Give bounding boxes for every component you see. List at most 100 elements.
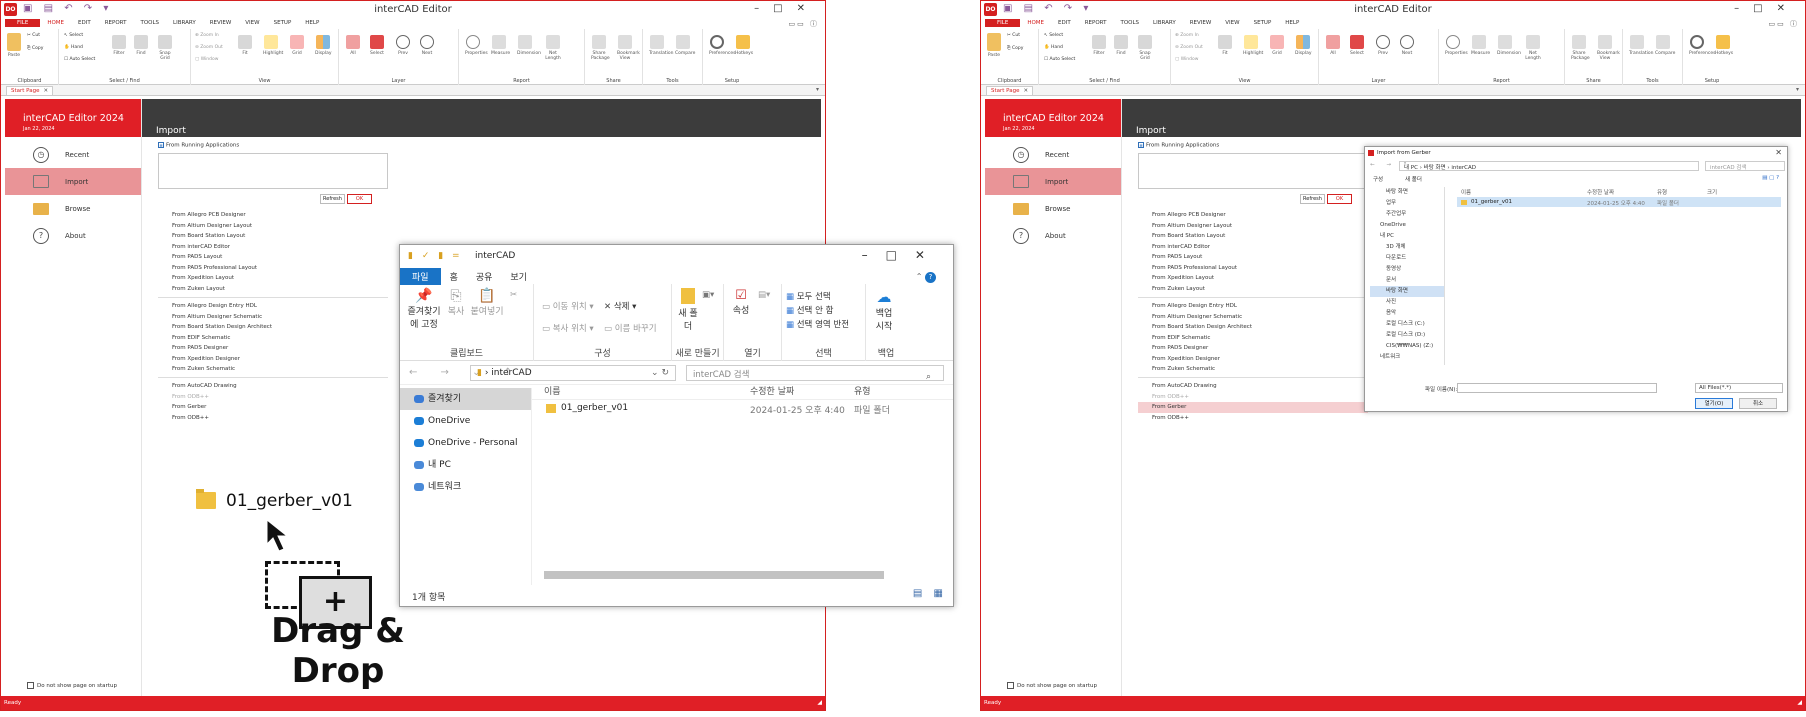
nav-item[interactable]: 로컬 디스크 (D:) bbox=[1370, 330, 1444, 341]
window-extra-icons[interactable]: ▭▭ ⓘ bbox=[789, 19, 819, 29]
new-item-icon[interactable]: ▣▾ bbox=[702, 290, 714, 300]
nav-onedrive[interactable]: OneDrive bbox=[400, 410, 531, 432]
search-input[interactable]: interCAD 검색 bbox=[1705, 161, 1785, 171]
help-icon[interactable]: ? bbox=[925, 272, 936, 283]
window-button[interactable]: ▢ Window bbox=[1175, 57, 1198, 62]
nav-item[interactable]: 내 PC bbox=[1370, 231, 1444, 242]
import-item[interactable]: From Xpedition Designer bbox=[158, 354, 388, 365]
dimension-button[interactable]: Dimension bbox=[517, 35, 541, 56]
import-item[interactable]: From AutoCAD Drawing bbox=[1138, 381, 1368, 392]
translation-button[interactable]: Translation bbox=[1629, 35, 1654, 56]
select-tool[interactable]: ↖ Select bbox=[1044, 33, 1063, 38]
nav-network[interactable]: 네트워크 bbox=[400, 476, 531, 498]
address-path[interactable]: ▮ › interCAD ⌄ ↻ bbox=[470, 365, 676, 381]
paste-button[interactable]: 📋 붙여넣기 bbox=[470, 288, 504, 317]
fit-button[interactable]: Fit bbox=[1217, 35, 1233, 56]
refresh-button[interactable]: Refresh bbox=[1300, 194, 1325, 204]
nav-quick-access[interactable]: 즐겨찾기 bbox=[400, 388, 531, 410]
import-item[interactable]: From Xpedition Layout bbox=[1138, 273, 1368, 284]
menu-view[interactable]: VIEW bbox=[238, 19, 266, 27]
start-backup-button[interactable]: ☁ 백업 시작 bbox=[872, 288, 896, 332]
nav-item[interactable]: 음악 bbox=[1370, 308, 1444, 319]
close-icon[interactable]: ✕ bbox=[44, 88, 49, 94]
zoom-in-button[interactable]: ⊕ Zoom In bbox=[195, 33, 219, 38]
preferences-button[interactable]: Preferences bbox=[1689, 35, 1715, 56]
share-package-button[interactable]: Share Package bbox=[1571, 35, 1590, 61]
import-item[interactable]: From Board Station Layout bbox=[1138, 231, 1368, 242]
sidebar-item-about[interactable]: ? About bbox=[985, 222, 1121, 249]
menu-library[interactable]: LIBRARY bbox=[166, 19, 203, 27]
paste-button[interactable]: Paste bbox=[5, 33, 23, 58]
organize-button[interactable]: 구성 bbox=[1373, 175, 1383, 183]
net-length-button[interactable]: Net Length bbox=[1525, 35, 1541, 61]
zoom-out-button[interactable]: ⊖ Zoom Out bbox=[1175, 45, 1203, 50]
dimension-button[interactable]: Dimension bbox=[1497, 35, 1521, 56]
properties-button[interactable]: Properties bbox=[1445, 35, 1468, 56]
import-item[interactable]: From ODB++ bbox=[158, 392, 388, 403]
sidebar-item-recent[interactable]: ◷ Recent bbox=[5, 141, 141, 168]
menu-edit[interactable]: EDIT bbox=[71, 19, 98, 27]
translation-button[interactable]: Translation bbox=[649, 35, 674, 56]
snap-grid-button[interactable]: Snap Grid bbox=[1137, 35, 1153, 61]
import-item[interactable]: From Zuken Layout bbox=[1138, 284, 1368, 295]
address-path[interactable]: 내 PC › 바탕 화면 › interCAD bbox=[1399, 161, 1699, 171]
file-row[interactable]: 01_gerber_v01 2024-01-25 오후 4:40 파일 폴더 bbox=[1457, 197, 1781, 207]
nav-item[interactable]: 주간업무 bbox=[1370, 209, 1444, 220]
search-input[interactable]: interCAD 검색 ⌕ bbox=[686, 365, 944, 382]
hand-tool[interactable]: ✋ Hand bbox=[1044, 45, 1063, 50]
compare-button[interactable]: Compare bbox=[1655, 35, 1675, 56]
column-type[interactable]: 유형 bbox=[854, 384, 871, 397]
import-item[interactable]: From Allegro Design Entry HDL bbox=[158, 301, 388, 312]
menu-review[interactable]: REVIEW bbox=[203, 19, 239, 27]
cut-icon[interactable]: ✂ bbox=[510, 290, 517, 300]
import-item[interactable]: From Xpedition Layout bbox=[158, 273, 388, 284]
import-item[interactable]: From interCAD Editor bbox=[1138, 242, 1368, 253]
scrollbar-thumb[interactable] bbox=[544, 571, 884, 579]
import-item[interactable]: From ODB++ bbox=[1138, 392, 1368, 403]
nav-item[interactable]: 사진 bbox=[1370, 297, 1444, 308]
prev-button[interactable]: Prev bbox=[1375, 35, 1391, 56]
column-type[interactable]: 유형 bbox=[1657, 188, 1667, 196]
dont-show-checkbox[interactable]: Do not show page on startup bbox=[1007, 682, 1097, 689]
cut-button[interactable]: ✂ Cut bbox=[27, 33, 40, 38]
close-icon[interactable]: ✕ bbox=[1024, 88, 1029, 94]
tab-start-page[interactable]: Start Page ✕ bbox=[986, 86, 1034, 95]
import-item[interactable]: From PADS Designer bbox=[158, 343, 388, 354]
tab-start-page[interactable]: Start Page ✕ bbox=[6, 86, 54, 95]
view-toggle-icons[interactable]: ▤ ▦ bbox=[913, 588, 947, 599]
select-all-button[interactable]: ▦ 모두 선택 bbox=[786, 290, 831, 302]
filename-input[interactable] bbox=[1457, 383, 1657, 393]
refresh-button[interactable]: Refresh bbox=[320, 194, 345, 204]
find-button[interactable]: Find bbox=[133, 35, 149, 56]
select-none-button[interactable]: ▦ 선택 안 함 bbox=[786, 304, 833, 316]
menu-file[interactable]: FILE bbox=[5, 19, 41, 27]
display-button[interactable]: Display bbox=[315, 35, 332, 56]
dont-show-checkbox[interactable]: Do not show page on startup bbox=[27, 682, 117, 689]
import-item[interactable]: From Board Station Design Architect bbox=[158, 322, 388, 333]
nav-item[interactable]: 동영상 bbox=[1370, 264, 1444, 275]
import-item[interactable]: From ODB++ bbox=[1138, 413, 1368, 424]
copy-to-button[interactable]: ▭ 복사 위치 ▾ bbox=[542, 322, 594, 334]
import-item[interactable]: From Altium Designer Layout bbox=[158, 221, 388, 232]
import-item[interactable]: From interCAD Editor bbox=[158, 242, 388, 253]
highlight-button[interactable]: Highlight bbox=[263, 35, 283, 56]
layer-all-button[interactable]: All bbox=[345, 35, 361, 56]
properties-button[interactable]: ☑ 속성 bbox=[730, 288, 752, 316]
window-extra-icons[interactable]: ▭▭ ⓘ bbox=[1769, 19, 1799, 29]
copy-button[interactable]: ⎘ 복사 bbox=[446, 288, 466, 317]
zoom-out-button[interactable]: ⊖ Zoom Out bbox=[195, 45, 223, 50]
grid-button[interactable]: Grid bbox=[1269, 35, 1285, 56]
import-item-selected[interactable]: From Gerber bbox=[1138, 402, 1368, 413]
import-item[interactable]: From PADS Designer bbox=[1138, 343, 1368, 354]
import-item[interactable]: From PADS Professional Layout bbox=[1138, 263, 1368, 274]
next-button[interactable]: Next bbox=[419, 35, 435, 56]
running-apps-list[interactable] bbox=[1138, 153, 1368, 189]
tab-view[interactable]: 보기 bbox=[501, 268, 536, 285]
resize-grip-icon[interactable]: ◢ bbox=[817, 699, 822, 706]
paste-button[interactable]: Paste bbox=[985, 33, 1003, 58]
hand-tool[interactable]: ✋ Hand bbox=[64, 45, 83, 50]
import-item[interactable]: From Zuken Schematic bbox=[1138, 364, 1368, 375]
column-date[interactable]: 수정한 날짜 bbox=[750, 384, 794, 397]
layer-select-button[interactable]: Select bbox=[369, 35, 385, 56]
ribbon-collapse[interactable]: ⌃ ? bbox=[907, 270, 945, 285]
